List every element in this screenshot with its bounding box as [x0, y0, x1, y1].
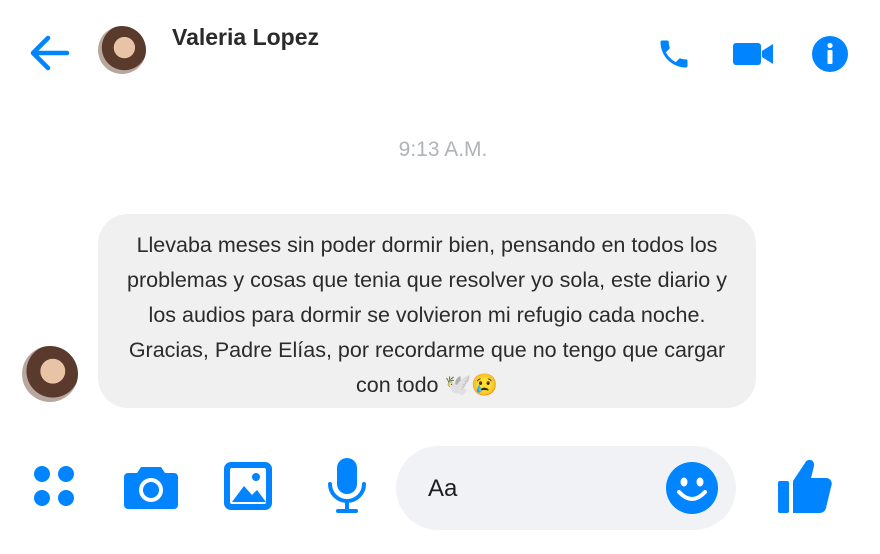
info-icon — [812, 36, 848, 72]
contact-avatar[interactable] — [98, 26, 146, 74]
info-button[interactable] — [810, 34, 850, 74]
emoji-icon — [666, 462, 718, 514]
more-actions-button[interactable] — [28, 460, 80, 512]
sender-avatar[interactable] — [22, 346, 78, 402]
voice-clip-button[interactable] — [322, 454, 372, 518]
video-call-button[interactable] — [730, 34, 776, 74]
camera-icon — [124, 467, 178, 509]
video-camera-icon — [733, 43, 773, 65]
phone-icon — [660, 40, 688, 68]
emoji-button[interactable] — [664, 460, 720, 516]
contact-name[interactable]: Valeria Lopez — [172, 24, 319, 51]
message-composer[interactable] — [396, 446, 736, 530]
thumbs-up-icon — [778, 459, 832, 513]
message-bubble[interactable]: Llevaba meses sin poder dormir bien, pen… — [98, 214, 756, 408]
header-bar: Valeria Lopez — [0, 0, 880, 100]
composer-bar — [0, 440, 880, 550]
arrow-left-icon — [30, 35, 70, 71]
microphone-icon — [328, 458, 366, 513]
apps-grid-icon — [34, 466, 74, 506]
like-button[interactable] — [774, 452, 836, 520]
image-icon — [224, 462, 272, 510]
message-text: Llevaba meses sin poder dormir bien, pen… — [127, 233, 727, 397]
gallery-button[interactable] — [220, 458, 276, 514]
message-input[interactable] — [426, 472, 650, 506]
call-button[interactable] — [654, 34, 694, 74]
message-timestamp: 9:13 A.M. — [398, 138, 488, 161]
back-button[interactable] — [26, 30, 72, 76]
camera-button[interactable] — [120, 458, 182, 514]
